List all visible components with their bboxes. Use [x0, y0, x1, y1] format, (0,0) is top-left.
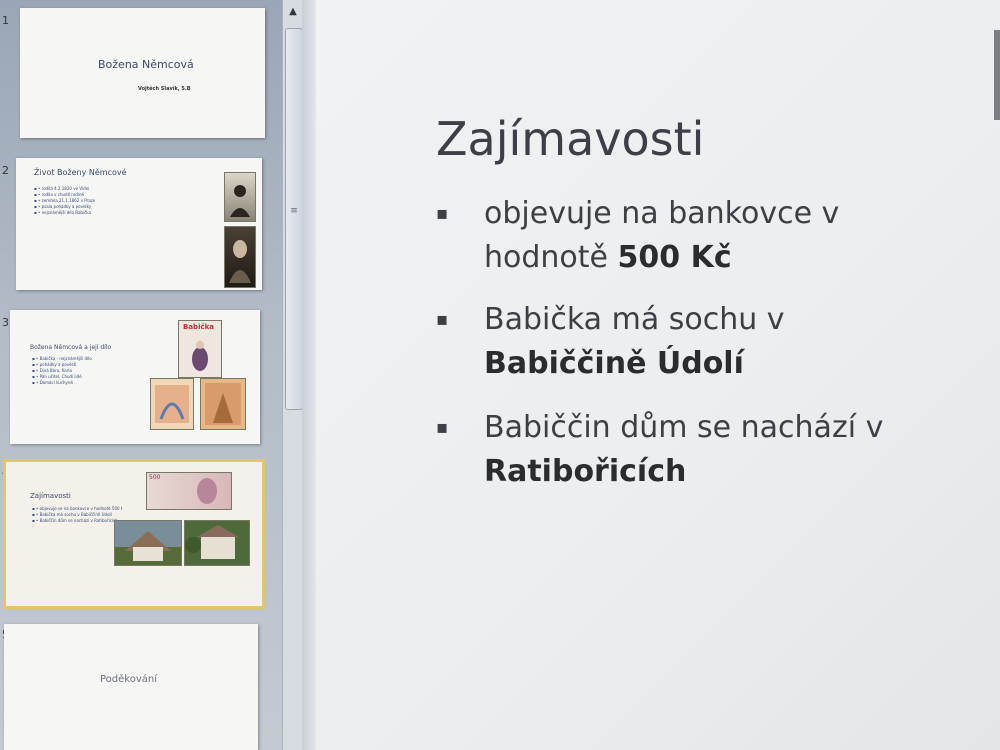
thumbnail-3-bullet: • Domácí kuchyně — [32, 380, 152, 386]
bullet-square-icon: ▪ — [436, 309, 449, 330]
window-edge — [994, 30, 1000, 120]
thumbnail-1-title: Božena Němcová — [98, 58, 194, 71]
bullet-bold-text: 500 Kč — [617, 240, 732, 275]
banknote-value: 500 — [149, 474, 161, 481]
thumbnail-4-title: Zajímavosti — [30, 492, 71, 500]
statue-photo — [114, 520, 182, 566]
thumbnail-scrollbar[interactable]: ▲ ≡ — [282, 0, 303, 750]
book-illustration-1 — [150, 378, 194, 430]
bullet-bold-text: Ratibořicích — [484, 454, 687, 489]
thumbnail-5-title: Poděkování — [100, 674, 158, 685]
thumbnail-2-bullet: • nejznámější dílo Babička — [34, 210, 224, 216]
portrait-photo-1 — [224, 172, 256, 222]
slide-title[interactable]: Zajímavosti — [436, 112, 704, 166]
thumbnail-3-title: Božena Němcová a její dílo — [30, 344, 112, 351]
scrollbar-thumb[interactable]: ≡ — [285, 28, 303, 410]
slide-thumbnail-pane: 1 Božena Němcová Vojtěch Slavík, 5.B 2 Ž… — [0, 0, 282, 750]
bullet-square-icon: ▪ — [436, 417, 449, 438]
bullet-square-icon: ▪ — [436, 203, 449, 224]
thumbnail-2-bullets: • rodila 4.2.1820 ve Vídni • rodila v ch… — [34, 186, 224, 216]
slide-thumbnail-1[interactable]: Božena Němcová Vojtěch Slavík, 5.B — [20, 8, 265, 138]
banknote-image: 500 — [146, 472, 232, 510]
scroll-up-arrow-icon[interactable]: ▲ — [285, 4, 301, 20]
book-illustration-2 — [200, 378, 246, 430]
thumbnail-2-title: Život Boženy Němcové — [34, 168, 127, 177]
slide-thumbnail-5[interactable]: Poděkování — [4, 624, 258, 750]
slide-bullet-2[interactable]: ▪ Babička má sochu v Babiččině Údolí — [436, 298, 900, 386]
thumbnail-4-bullet: • Babiččin dům se nachází v Ratibořicích — [32, 518, 122, 524]
scrollbar-grip-icon: ≡ — [290, 206, 298, 216]
bullet-text: Babička má sochu v — [484, 302, 785, 337]
slide-number-1: 1 — [2, 14, 9, 27]
bullet-text: Babiččin dům se nachází v — [484, 410, 884, 445]
babicka-book-cover: Babička — [178, 320, 222, 378]
slide-thumbnail-4-selected[interactable]: Zajímavosti • objevuje se na bankovce v … — [3, 459, 265, 609]
house-photo — [184, 520, 250, 566]
slide-number-2: 2 — [2, 164, 9, 177]
slide-thumbnail-3[interactable]: Božena Němcová a její dílo • Babička - n… — [10, 310, 260, 444]
slide-bullet-1[interactable]: ▪ objevuje na bankovce v hodnotě 500 Kč — [436, 192, 900, 280]
slide-thumbnail-2[interactable]: Život Boženy Němcové • rodila 4.2.1820 v… — [16, 158, 262, 290]
bullet-bold-text: Babiččině Údolí — [484, 346, 744, 381]
book-cover-label: Babička — [183, 323, 214, 331]
thumbnail-1-subtitle: Vojtěch Slavík, 5.B — [138, 86, 191, 92]
thumbnail-3-bullets: • Babička - nejznámější dílo • pohádky a… — [32, 356, 152, 386]
slide-bullet-3[interactable]: ▪ Babiččin dům se nachází v Ratibořicích — [436, 406, 900, 494]
pane-splitter[interactable] — [302, 0, 316, 750]
main-slide-editor[interactable]: Zajímavosti ▪ objevuje na bankovce v hod… — [316, 0, 1000, 750]
slide-number-3: 3 — [2, 316, 9, 329]
thumbnail-4-bullets: • objevuje se na bankovce v hodnotě 500 … — [32, 506, 122, 524]
portrait-photo-2 — [224, 226, 256, 288]
